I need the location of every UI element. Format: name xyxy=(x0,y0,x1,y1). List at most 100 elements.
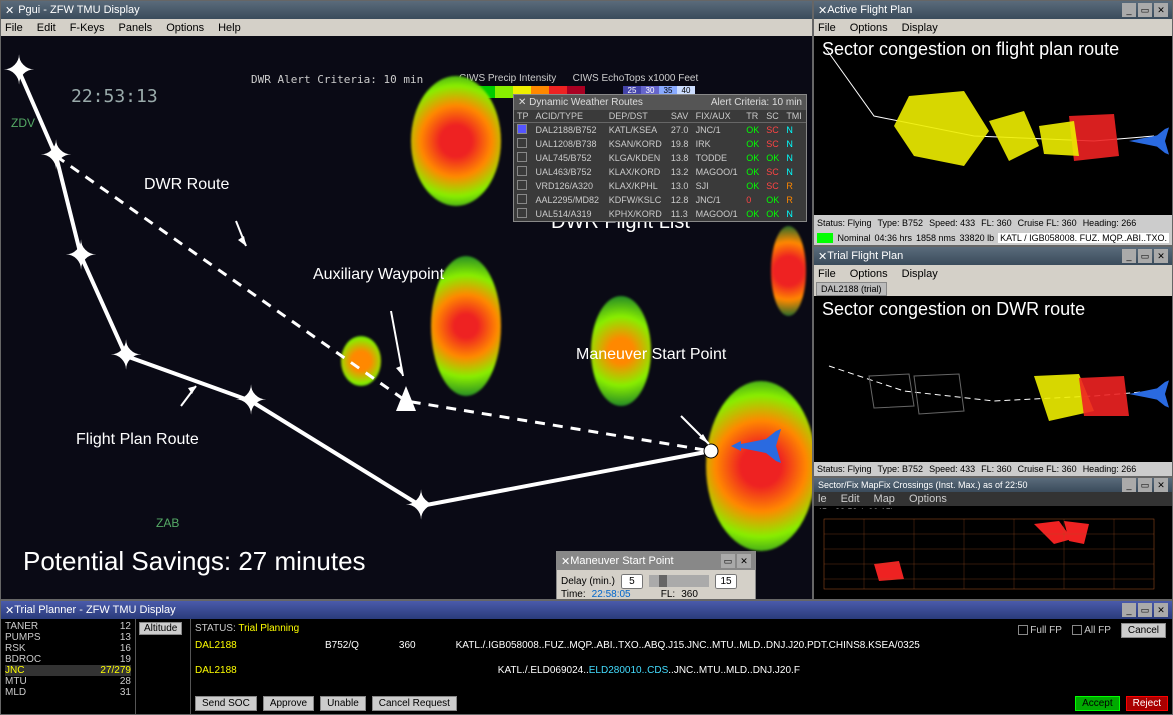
dwr-panel-header: ✕ Dynamic Weather Routes Alert Criteria:… xyxy=(514,95,806,110)
close-icon[interactable]: ✕ xyxy=(561,555,570,568)
minimize-icon[interactable]: _ xyxy=(1122,478,1136,492)
weather-cell xyxy=(341,336,381,386)
menu-options[interactable]: Options xyxy=(166,22,204,34)
close-icon[interactable]: ✕ xyxy=(1154,3,1168,17)
maximize-icon[interactable]: ▭ xyxy=(1138,249,1152,263)
tfp-tab[interactable]: DAL2188 (trial) xyxy=(816,282,887,296)
tfp-titlebar: ✕ Trial Flight Plan _ ▭ ✕ xyxy=(814,247,1172,265)
menu-fkeys[interactable]: F-Keys xyxy=(70,22,105,34)
fuel-bar-icon xyxy=(817,233,833,243)
fix-row[interactable]: TANER12 xyxy=(5,621,131,632)
menu-file[interactable]: File xyxy=(5,22,23,34)
menu-file[interactable]: File xyxy=(818,22,836,34)
sx-map[interactable] xyxy=(814,509,1172,599)
label-aux-waypoint: Auxiliary Waypoint xyxy=(313,266,444,284)
delay-max-input[interactable] xyxy=(715,574,737,589)
dwr-row[interactable]: UAL463/B752KLAX/KORD13.2MAGOO/1OKSCN xyxy=(514,165,806,179)
close-icon[interactable]: ✕ xyxy=(1154,478,1168,492)
minimize-icon[interactable]: _ xyxy=(1122,3,1136,17)
shade-icon[interactable]: ▭ xyxy=(721,554,735,568)
main-map-window: ✕ Pgui - ZFW TMU Display File Edit F-Key… xyxy=(0,0,813,600)
cancel-request-button[interactable]: Cancel Request xyxy=(372,696,457,711)
menu-file[interactable]: File xyxy=(818,268,836,280)
route1-route: KATL./.IGB058008..FUZ..MQP..ABI..TXO..AB… xyxy=(456,640,920,651)
menu-edit[interactable]: Edit xyxy=(37,22,56,34)
fix-row[interactable]: PUMPS13 xyxy=(5,632,131,643)
close-icon[interactable]: ✕ xyxy=(5,604,14,617)
minimize-icon[interactable]: _ xyxy=(1122,603,1136,617)
dwr-row[interactable]: UAL745/B752KLGA/KDEN13.8TODDEOKOKN xyxy=(514,151,806,165)
close-icon[interactable]: ✕ xyxy=(818,4,827,17)
fix-row[interactable]: MLD31 xyxy=(5,687,131,698)
maximize-icon[interactable]: ▭ xyxy=(1138,3,1152,17)
dwr-row[interactable]: UAL1208/B738KSAN/KORD19.8IRKOKSCN xyxy=(514,137,806,151)
main-menubar: File Edit F-Keys Panels Options Help xyxy=(1,19,812,36)
echotops-label: CIWS EchoTops x1000 Feet xyxy=(573,73,699,84)
approve-button[interactable]: Approve xyxy=(263,696,314,711)
cancel-button[interactable]: Cancel xyxy=(1121,623,1166,638)
main-map-area[interactable]: DWR Alert Criteria: 10 min CIWS Precip I… xyxy=(1,36,812,599)
close-icon[interactable]: ✕ xyxy=(737,554,751,568)
menu-options[interactable]: Options xyxy=(909,493,947,505)
delay-slider[interactable] xyxy=(649,575,709,587)
menu-options[interactable]: Options xyxy=(850,268,888,280)
alert-criteria-label: DWR Alert Criteria: 10 min xyxy=(251,73,423,86)
afp-status-row1: Status: Flying Type: B752 Speed: 433 FL:… xyxy=(814,215,1172,231)
minimize-icon[interactable]: _ xyxy=(1122,249,1136,263)
tfp-map[interactable]: Sector congestion on DWR route xyxy=(814,296,1172,462)
menu-help[interactable]: Help xyxy=(218,22,241,34)
dwr-flight-list-panel[interactable]: ✕ Dynamic Weather Routes Alert Criteria:… xyxy=(513,94,807,222)
fix-row[interactable]: RSK16 xyxy=(5,643,131,654)
route2-pre: KATL./.ELD069024.. xyxy=(498,665,589,676)
route2-acid: DAL2188 xyxy=(195,665,285,676)
maximize-icon[interactable]: ▭ xyxy=(1138,603,1152,617)
full-fp-checkbox[interactable] xyxy=(1018,625,1028,635)
maximize-icon[interactable]: ▭ xyxy=(1138,478,1152,492)
close-icon[interactable]: ✕ xyxy=(5,4,14,17)
main-titlebar: ✕ Pgui - ZFW TMU Display xyxy=(1,1,812,19)
label-fp-route: Flight Plan Route xyxy=(76,431,199,449)
afp-status-row2: Nominal 04:36 hrs 1858 nms 33820 lb KATL… xyxy=(814,231,1172,245)
altitude-button[interactable]: Altitude xyxy=(139,622,182,635)
dwr-row[interactable]: DAL2188/B752KATL/KSEA27.0JNC/1OKSCN xyxy=(514,123,806,138)
menu-display[interactable]: Display xyxy=(902,22,938,34)
dwr-row[interactable]: UAL514/A319KPHX/KORD11.3MAGOO/1OKOKN xyxy=(514,207,806,221)
maneuver-start-point-dialog[interactable]: ✕ Maneuver Start Point ▭ ✕ Delay (min.) … xyxy=(556,551,756,599)
all-fp-checkbox[interactable] xyxy=(1072,625,1082,635)
menu-edit[interactable]: Edit xyxy=(841,493,860,505)
label-dwr-route: DWR Route xyxy=(144,176,229,194)
dwr-row[interactable]: VRD126/A320KLAX/KPHL13.0SJIOKSCR xyxy=(514,179,806,193)
reject-button[interactable]: Reject xyxy=(1126,696,1168,711)
route1-alt: 360 xyxy=(399,640,416,651)
trial-flight-plan-window: ✕ Trial Flight Plan _ ▭ ✕ File Options D… xyxy=(813,246,1173,477)
fix-row[interactable]: BDROC19 xyxy=(5,654,131,665)
fix-row[interactable]: MTU28 xyxy=(5,676,131,687)
menu-display[interactable]: Display xyxy=(902,268,938,280)
close-icon[interactable]: ✕ xyxy=(1154,603,1168,617)
delay-label: Delay (min.) xyxy=(561,576,615,587)
afp-map[interactable]: Sector congestion on flight plan route xyxy=(814,36,1172,213)
menu-le[interactable]: le xyxy=(818,493,827,505)
window-title: Pgui - ZFW TMU Display xyxy=(18,4,808,16)
time-label: Time: xyxy=(561,589,586,599)
route2-post: ..JNC..MTU..MLD..DNJ.J20.F xyxy=(668,665,800,676)
tp-titlebar: ✕ Trial Planner - ZFW TMU Display _ ▭ ✕ xyxy=(1,601,1172,619)
dwr-table: TPACID/TYPEDEP/DSTSAVFIX/AUXTRSCTMI DAL2… xyxy=(514,110,806,221)
menu-map[interactable]: Map xyxy=(874,493,895,505)
delay-input[interactable] xyxy=(621,574,643,589)
status-value: Trial Planning xyxy=(238,623,299,634)
label-msp: Maneuver Start Point xyxy=(576,346,726,364)
dwr-row[interactable]: AAL2295/MD82KDFW/KSLC12.8JNC/10OKR xyxy=(514,193,806,207)
accept-button[interactable]: Accept xyxy=(1075,696,1120,711)
fix-row[interactable]: JNC27/279 xyxy=(5,665,131,676)
tfp-menubar: File Options Display xyxy=(814,265,1172,282)
sx-title: Sector/Fix MapFix Crossings (Inst. Max.)… xyxy=(818,480,1120,490)
route1-type: B752/Q xyxy=(325,640,359,651)
unable-button[interactable]: Unable xyxy=(320,696,366,711)
close-icon[interactable]: ✕ xyxy=(818,250,827,263)
fix-list[interactable]: TANER12PUMPS13RSK16BDROC19JNC27/279MTU28… xyxy=(1,619,136,714)
menu-options[interactable]: Options xyxy=(850,22,888,34)
send-soc-button[interactable]: Send SOC xyxy=(195,696,257,711)
menu-panels[interactable]: Panels xyxy=(119,22,153,34)
close-icon[interactable]: ✕ xyxy=(1154,249,1168,263)
